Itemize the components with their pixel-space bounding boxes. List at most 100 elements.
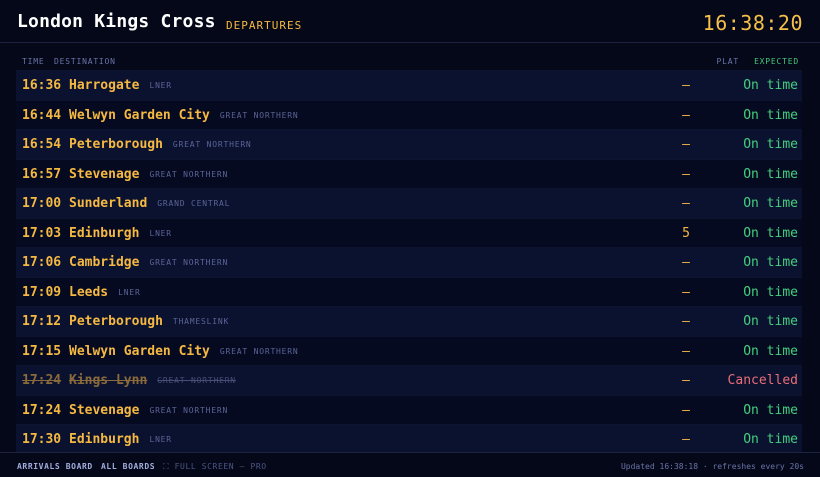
expected-status: Cancelled [727,373,798,388]
updated-status: Updated 16:38:18 · refreshes every 20s [620,462,804,471]
departure-row[interactable]: 17:30 Edinburgh LNER — On time [16,424,802,454]
departure-destination: Kings Lynn GREAT NORTHERN [69,373,236,388]
departure-time: 17:09 [22,284,62,300]
departure-row[interactable]: 16:44 Welwyn Garden City GREAT NORTHERN — On… [16,99,802,129]
platform-number: — [682,107,690,123]
expected-status: On time [743,196,798,211]
platform-number: — [682,284,690,300]
expected-status: On time [743,225,798,241]
board-header: London Kings Cross DEPARTURES 16:38:20 [0,0,820,43]
column-header-destination: DESTINATION [54,57,116,66]
platform-number: — [682,373,690,388]
operator-name: THAMESLINK [172,317,230,326]
platform-number: 5 [682,225,690,241]
destination-name: Leeds [69,284,109,300]
destination-name: Sunderland [69,196,148,211]
departure-row[interactable]: 17:15 Welwyn Garden City GREAT NORTHERN — On… [16,335,802,365]
departure-time: 17:00 [22,196,62,211]
column-header-time: TIME [22,57,45,66]
destination-name: Edinburgh [69,432,140,447]
departure-destination: Stevenage GREAT NORTHERN [69,167,228,182]
destination-name: Stevenage [69,402,140,418]
destination-name: Edinburgh [69,225,140,241]
departure-row[interactable]: 17:24 Kings Lynn GREAT NORTHERN — Cancelled [16,365,802,395]
departure-time: 16:54 [22,137,62,152]
expected-status: On time [743,343,798,359]
departure-time: 16:36 [22,78,62,93]
station-name: London Kings Cross [17,11,216,32]
departures-list: 16:36 Harrogate LNER — On time 16:44 Welwyn Ga… [16,70,802,454]
destination-name: Cambridge [69,255,140,270]
column-header-expected: EXPECTED [754,57,799,66]
operator-name: GREAT NORTHERN [219,346,299,356]
platform-number: — [682,196,690,211]
platform-number: — [682,137,690,152]
column-header-platform: PLAT [716,57,739,66]
departure-destination: Welwyn Garden City GREAT NORTHERN [69,108,299,123]
departure-time: 17:06 [22,255,62,270]
operator-name: LNER [149,228,172,238]
departure-destination: Edinburgh LNER [69,432,172,447]
operator-name: GRAND CENTRAL [157,199,231,208]
board-footer: ARRIVALS BOARD ALL BOARDS ⛶ FULL SCREEN … [0,452,820,477]
departure-time: 16:57 [22,166,62,182]
destination-name: Kings Lynn [69,373,148,388]
operator-name: GREAT NORTHERN [172,140,252,149]
departure-time: 17:12 [22,314,62,329]
destination-name: Peterborough [69,314,163,329]
departure-time: 17:03 [22,225,62,241]
destination-name: Welwyn Garden City [69,107,210,123]
platform-number: — [682,255,690,270]
departure-row[interactable]: 16:36 Harrogate LNER — On time [16,70,802,100]
operator-name: GREAT NORTHERN [149,169,229,179]
departure-time: 17:24 [22,373,62,388]
expected-status: On time [743,137,798,152]
departure-destination: Cambridge GREAT NORTHERN [69,255,228,270]
platform-number: — [682,78,690,93]
expected-status: On time [743,432,798,447]
destination-name: Stevenage [69,166,140,182]
departure-destination: Edinburgh LNER [69,226,172,241]
departure-destination: Stevenage GREAT NORTHERN [69,403,228,418]
departure-row[interactable]: 16:54 Peterborough GREAT NORTHERN — On time [16,129,802,159]
destination-name: Welwyn Garden City [69,343,210,359]
operator-name: LNER [149,81,172,90]
departure-row[interactable]: 17:03 Edinburgh LNER 5 On time [16,217,802,247]
operator-name: GREAT NORTHERN [149,405,229,415]
expected-status: On time [743,255,798,270]
departure-time: 17:15 [22,343,62,359]
departure-destination: Welwyn Garden City GREAT NORTHERN [69,344,299,359]
departure-destination: Leeds LNER [69,285,141,300]
departure-time: 17:24 [22,402,62,418]
departure-time: 17:30 [22,432,62,447]
board-type-label: DEPARTURES [226,19,303,32]
departure-row[interactable]: 17:12 Peterborough THAMESLINK — On time [16,306,802,336]
departure-row[interactable]: 17:06 Cambridge GREAT NORTHERN — On time [16,247,802,277]
operator-name: GREAT NORTHERN [149,258,229,267]
full-screen-button[interactable]: ⛶ FULL SCREEN — PRO [163,462,267,472]
operator-name: GREAT NORTHERN [157,376,236,385]
platform-number: — [682,402,690,418]
departure-row[interactable]: 17:00 Sunderland GRAND CENTRAL — On time [16,188,802,218]
platform-number: — [682,343,690,359]
expected-status: On time [743,166,798,182]
departure-destination: Peterborough GREAT NORTHERN [69,137,252,152]
departure-destination: Harrogate LNER [69,78,172,93]
platform-number: — [682,314,690,329]
departure-row[interactable]: 17:24 Stevenage GREAT NORTHERN — On time [16,394,802,424]
departure-row[interactable]: 16:57 Stevenage GREAT NORTHERN — On time [16,158,802,188]
operator-name: LNER [118,287,141,297]
departure-destination: Peterborough THAMESLINK [69,314,229,329]
expected-status: On time [743,314,798,329]
departure-time: 16:44 [22,107,62,123]
expected-status: On time [743,107,798,123]
operator-name: LNER [149,435,172,444]
platform-number: — [682,432,690,447]
arrivals-board-link[interactable]: ARRIVALS BOARD [17,462,93,471]
all-boards-link[interactable]: ALL BOARDS [101,462,155,471]
clock: 16:38:20 [702,11,803,35]
destination-name: Peterborough [69,137,163,152]
expected-status: On time [743,78,798,93]
departure-row[interactable]: 17:09 Leeds LNER — On time [16,276,802,306]
platform-number: — [682,166,690,182]
